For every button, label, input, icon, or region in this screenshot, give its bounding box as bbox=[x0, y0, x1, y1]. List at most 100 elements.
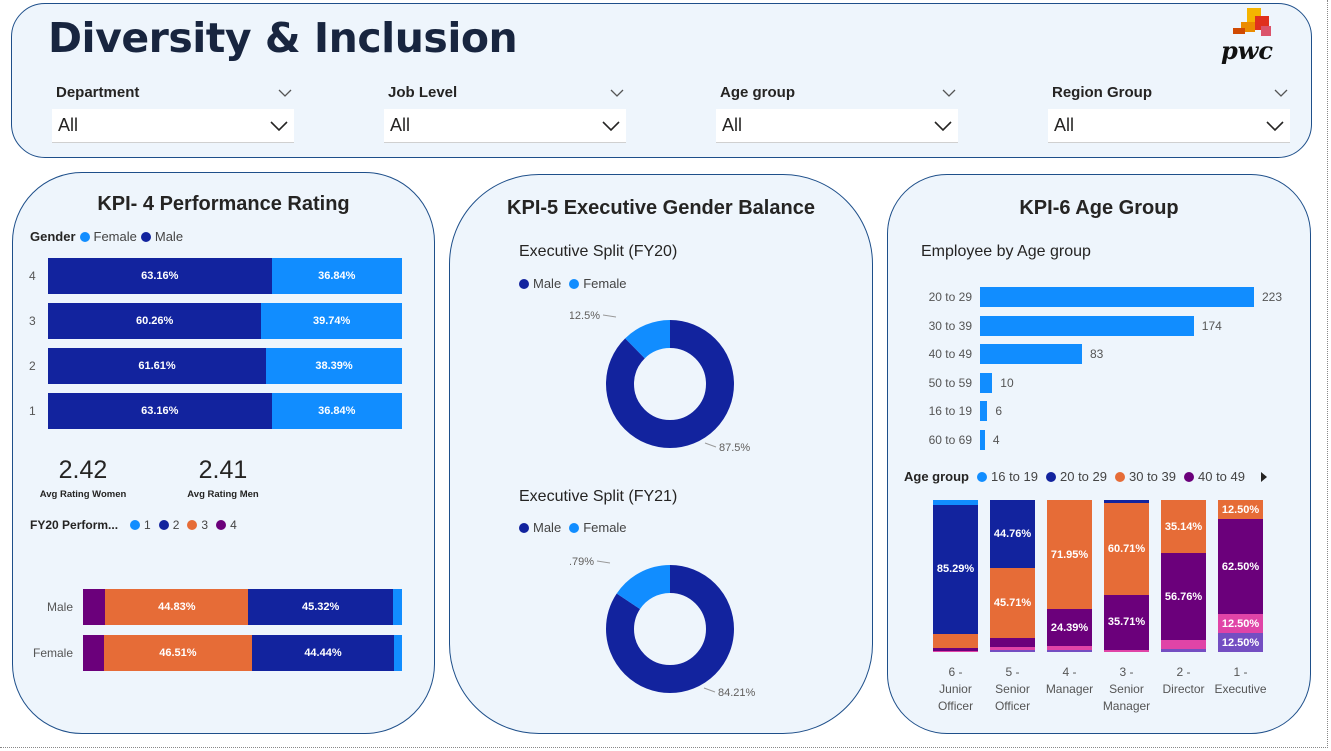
legend-title: Age group bbox=[904, 469, 969, 484]
data-label: 174 bbox=[1201, 318, 1222, 333]
legend-dot bbox=[130, 520, 141, 530]
legend-dot bbox=[1115, 471, 1125, 482]
stack-segment-40-to-49 bbox=[990, 637, 1035, 647]
legend-item: 1 bbox=[144, 518, 151, 532]
leader-line bbox=[703, 687, 716, 693]
y-tick-label: 60 to 69 bbox=[928, 432, 972, 447]
stack-segment-50-to-59 bbox=[1104, 649, 1149, 652]
job-level-slicer[interactable]: Job Level All bbox=[384, 84, 626, 143]
bar-segment-rating-1 bbox=[392, 589, 402, 625]
chevron-down-icon[interactable] bbox=[602, 120, 620, 132]
x-tick-label: Officer bbox=[994, 699, 1031, 713]
fy20-performance-legend: FY20 Perform... 1 2 3 4 bbox=[30, 518, 237, 532]
age-bar bbox=[980, 372, 993, 393]
executive-legend-fy20: Male Female bbox=[519, 276, 627, 291]
stack-segment-30-to-39: 12.50% bbox=[1218, 500, 1263, 519]
stack-segment-60-to-69 bbox=[1047, 650, 1092, 652]
legend-dot bbox=[977, 471, 987, 482]
stack-segment-50-to-59 bbox=[1161, 639, 1206, 649]
executive-split-fy20-title: Executive Split (FY20) bbox=[519, 243, 678, 260]
x-tick-label: 1 - bbox=[1233, 665, 1248, 679]
avg-rating-women-value: 2.42 bbox=[58, 456, 108, 484]
stack-segment-16-to-19 bbox=[933, 500, 978, 505]
job-level-dropdown[interactable]: All bbox=[384, 109, 626, 143]
x-tick-label: 5 - bbox=[1005, 665, 1020, 679]
stack-segment-50-to-59: 12.50% bbox=[1218, 614, 1263, 633]
executive-split-fy20-donut[interactable]: 12.5% 87.5% bbox=[570, 300, 770, 460]
chevron-down-icon[interactable] bbox=[608, 87, 626, 99]
region-group-slicer[interactable]: Region Group All bbox=[1048, 84, 1290, 143]
x-tick-label: Officer bbox=[937, 699, 974, 713]
age-bar bbox=[980, 315, 1194, 336]
bar-segment-female: 39.74% bbox=[261, 303, 402, 339]
fy20-performance-chart[interactable]: Male 44.83% 45.32% Female 46.51% 44.44% bbox=[13, 573, 436, 683]
age-group-legend: Age group 16 to 19 20 to 29 30 to 39 40 … bbox=[904, 469, 1269, 484]
x-tick-label: Executive bbox=[1214, 682, 1267, 696]
y-tick-label: 20 to 29 bbox=[928, 290, 972, 304]
y-tick-label: 1 bbox=[29, 404, 36, 418]
performance-rating-chart[interactable]: 4 63.16% 36.84% 3 60.26% 39.74% 2 61.61% 38.39% 1… bbox=[13, 173, 436, 463]
bar-segment-male: 60.26% bbox=[48, 303, 262, 339]
bar-segment-male: 63.16% bbox=[48, 258, 272, 294]
donut-label-male: 87.5% bbox=[719, 442, 750, 454]
chevron-down-icon[interactable] bbox=[270, 120, 288, 132]
leader-line bbox=[596, 560, 611, 564]
bar-segment-female: 36.84% bbox=[271, 258, 402, 294]
x-tick-label: 6 - bbox=[948, 665, 963, 679]
leader-line bbox=[602, 314, 617, 318]
stack-segment-30-to-39: 60.71% bbox=[1104, 503, 1149, 596]
stack-segment-50-to-59 bbox=[990, 646, 1035, 651]
x-tick-label: 3 - bbox=[1119, 665, 1134, 679]
region-group-dropdown[interactable]: All bbox=[1048, 109, 1290, 143]
kpi4-card: KPI- 4 Performance Rating Gender Female … bbox=[12, 172, 435, 734]
logo-text: pwc bbox=[1220, 36, 1273, 65]
slicer-value: All bbox=[390, 115, 411, 135]
stack-segment-30-to-39: 45.71% bbox=[990, 568, 1035, 638]
y-tick-label: 16 to 19 bbox=[928, 404, 972, 418]
header-panel: Diversity & Inclusion pwc Department All… bbox=[11, 3, 1312, 158]
legend-item: 30 to 39 bbox=[1129, 469, 1176, 484]
legend-dot bbox=[1046, 471, 1056, 482]
legend-next-icon[interactable] bbox=[1259, 471, 1269, 483]
bar-segment-rating-3: 46.51% bbox=[103, 635, 253, 671]
legend-item: 40 to 49 bbox=[1198, 469, 1245, 484]
bar-segment-male: 63.16% bbox=[48, 393, 272, 429]
age-by-job-level-chart[interactable]: 85.29% 6 - Junior Officer 45.71% 44.76% 5 - Sen… bbox=[888, 495, 1312, 735]
bar-segment-rating-1 bbox=[393, 635, 402, 671]
legend-item: 3 bbox=[201, 518, 209, 532]
legend-dot bbox=[1184, 471, 1194, 482]
legend-dot bbox=[187, 520, 198, 530]
donut-slice-male[interactable] bbox=[606, 320, 734, 448]
bar-segment-rating-2: 45.32% bbox=[248, 589, 393, 625]
chevron-down-icon[interactable] bbox=[276, 87, 294, 99]
department-slicer[interactable]: Department All bbox=[52, 84, 294, 143]
chevron-down-icon[interactable] bbox=[934, 120, 952, 132]
stack-segment-20-to-29 bbox=[1104, 500, 1149, 504]
age-group-slicer[interactable]: Age group All bbox=[716, 84, 958, 143]
legend-item: 20 to 29 bbox=[1060, 469, 1107, 484]
donut-label-female: 12.5% bbox=[570, 310, 600, 322]
stack-segment-60-to-69 bbox=[990, 650, 1035, 652]
kpi5-card: KPI-5 Executive Gender Balance Executive… bbox=[449, 174, 873, 734]
legend-item: Male bbox=[533, 520, 562, 535]
chevron-down-icon[interactable] bbox=[1266, 120, 1284, 132]
bar-segment-female: 38.39% bbox=[266, 348, 402, 384]
age-group-dropdown[interactable]: All bbox=[716, 109, 958, 143]
data-label: 6 bbox=[995, 404, 1003, 418]
y-tick-label: Female bbox=[32, 646, 73, 660]
executive-split-fy21-donut[interactable]: 15.79% 84.21% bbox=[570, 545, 770, 705]
x-tick-label: Senior bbox=[995, 682, 1030, 696]
executive-legend-fy21: Male Female bbox=[519, 520, 627, 535]
stack-segment-60-to-69 bbox=[1161, 648, 1206, 652]
bar-segment-rating-4 bbox=[83, 589, 106, 625]
legend-item: 4 bbox=[230, 518, 237, 532]
bar-segment-rating-2: 44.44% bbox=[252, 635, 394, 671]
department-dropdown[interactable]: All bbox=[52, 109, 294, 143]
employee-by-age-chart[interactable]: 20 to 29 223 30 to 39 174 40 to 49 83 50 to 59… bbox=[888, 275, 1312, 455]
chevron-down-icon[interactable] bbox=[1272, 87, 1290, 99]
legend-item: Female bbox=[583, 520, 627, 535]
chevron-down-icon[interactable] bbox=[940, 87, 958, 99]
avg-rating-men-label: Avg Rating Men bbox=[187, 489, 259, 500]
donut-label-female: 15.79% bbox=[570, 556, 594, 568]
avg-rating-women-label: Avg Rating Women bbox=[39, 489, 127, 500]
